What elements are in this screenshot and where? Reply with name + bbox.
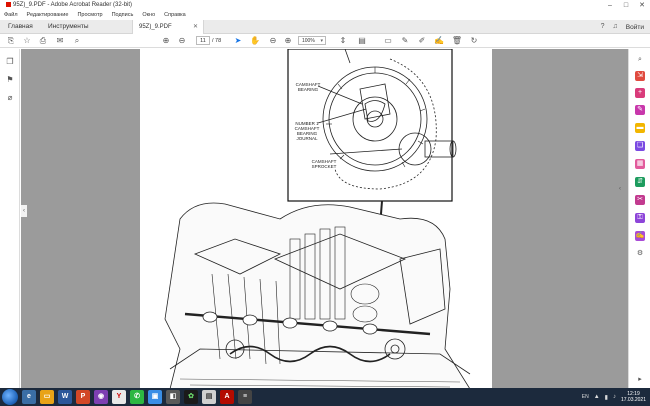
engine-illustration <box>164 49 471 388</box>
help-icon[interactable]: ? <box>601 20 605 34</box>
create-pdf-tool-icon[interactable]: + <box>635 88 645 98</box>
pen-icon[interactable]: ✎ <box>400 36 410 46</box>
maximize-icon[interactable]: □ <box>618 0 634 10</box>
pdf-page: CAMSHAFT BEARING NUMBER 1 CAMSHAFT BEARI… <box>140 49 492 388</box>
attachments-icon[interactable]: ⌀ <box>5 93 15 103</box>
search-tool-icon[interactable]: ⌕ <box>635 55 645 65</box>
yandex-taskbar-icon[interactable]: Y <box>112 390 126 404</box>
email-icon[interactable]: ✉ <box>55 36 65 46</box>
protect-icon[interactable]: ⚿ <box>635 213 645 223</box>
organize-pages-icon[interactable]: ▦ <box>635 159 645 169</box>
search-icon[interactable]: ⌕ <box>72 36 82 46</box>
comment-icon[interactable]: ▭ <box>383 36 393 46</box>
bookmark-star-icon[interactable]: ☆ <box>22 36 32 46</box>
tabrow-right: ? ♫ Войти <box>601 20 644 34</box>
bell-icon[interactable]: ♫ <box>613 20 618 34</box>
tab-tools[interactable]: Инструменты <box>42 20 95 33</box>
delete-icon[interactable]: 🗑 <box>452 36 462 46</box>
network-icon[interactable]: ▮ <box>605 394 608 401</box>
document-view[interactable]: CAMSHAFT BEARING NUMBER 1 CAMSHAFT BEARI… <box>21 49 628 388</box>
volume-icon[interactable]: ♪ <box>613 394 616 400</box>
collapse-right-pane-icon[interactable]: ‹ <box>616 183 624 195</box>
collapse-left-pane-icon[interactable]: ‹ <box>21 205 27 217</box>
explorer-taskbar-icon[interactable]: ▭ <box>40 390 54 404</box>
tab-document-label: 95Z)_9.PDF <box>139 24 172 30</box>
menu-view[interactable]: Просмотр <box>77 12 102 18</box>
clock-date: 17.03.2021 <box>620 397 646 403</box>
app-taskbar-icon-4[interactable]: ▤ <box>202 390 216 404</box>
fill-sign-icon[interactable]: ✍ <box>635 231 645 241</box>
app-taskbar-icon-1[interactable]: ▣ <box>148 390 162 404</box>
label-bearing-journal: NUMBER 1 CAMSHAFT BEARING JOURNAL <box>294 121 320 141</box>
fit-page-icon[interactable]: ⇕ <box>338 36 348 46</box>
expand-tools-icon[interactable]: ▸ <box>635 375 645 385</box>
page-up-icon[interactable]: ⊕ <box>161 36 171 46</box>
main-toolbar: ⎘ ☆ ⎙ ✉ ⌕ ⊕ ⊖ 11 / 78 ➤ ✋ ⊖ ⊕ 100% ⇕ ▤ ▭… <box>0 34 650 48</box>
zoom-in-icon[interactable]: ⊕ <box>283 36 293 46</box>
system-tray: EN ▲ ▮ ♪ 12:19 17.03.2021 <box>582 388 646 406</box>
menu-window[interactable]: Окно <box>142 12 155 18</box>
edit-pdf-icon[interactable]: ✎ <box>635 105 645 115</box>
print-icon[interactable]: ⎙ <box>38 36 48 46</box>
rotate-icon[interactable]: ↻ <box>469 36 479 46</box>
tab-row: Главная Инструменты 95Z)_9.PDF ✕ ? ♫ Вой… <box>0 20 650 34</box>
title-bar: 95Z)_9.PDF - Adobe Acrobat Reader (32-bi… <box>0 0 650 10</box>
language-indicator[interactable]: EN <box>582 394 589 400</box>
word-taskbar-icon[interactable]: W <box>58 390 72 404</box>
window-controls: ‒ □ ✕ <box>602 0 650 10</box>
select-cursor-icon[interactable]: ➤ <box>233 36 243 46</box>
more-tools-icon[interactable]: ⚙ <box>635 249 645 259</box>
app-taskbar-icon-5[interactable]: ≡ <box>238 390 252 404</box>
combine-files-icon[interactable]: ❏ <box>635 141 645 151</box>
create-pdf-icon[interactable]: ⎘ <box>6 36 16 46</box>
tab-document[interactable]: 95Z)_9.PDF ✕ <box>132 20 204 34</box>
scroll-mode-icon[interactable]: ▤ <box>357 36 367 46</box>
acrobat-taskbar-icon[interactable]: A <box>220 390 234 404</box>
menu-edit[interactable]: Редактирование <box>27 12 69 18</box>
page-total: / 78 <box>212 38 222 44</box>
signin-button[interactable]: Войти <box>626 24 644 31</box>
app-taskbar-icon-3[interactable]: ✿ <box>184 390 198 404</box>
tab-home[interactable]: Главная <box>2 20 39 33</box>
ie-taskbar-icon[interactable]: e <box>22 390 36 404</box>
media-taskbar-icon[interactable]: ◉ <box>94 390 108 404</box>
export-pdf-icon[interactable]: ⇲ <box>635 71 645 81</box>
compress-pdf-icon[interactable]: ⇵ <box>635 177 645 187</box>
minimize-icon[interactable]: ‒ <box>602 0 618 10</box>
tray-arrow-icon[interactable]: ▲ <box>594 394 600 400</box>
label-camshaft-bearing: CAMSHAFT BEARING <box>295 82 321 92</box>
page-number-input[interactable]: 11 <box>196 36 210 45</box>
label-camshaft-sprocket: CAMSHAFT SPROCKET <box>311 159 337 169</box>
close-icon[interactable]: ✕ <box>634 0 650 10</box>
clock[interactable]: 12:19 17.03.2021 <box>621 391 646 403</box>
menu-bar: Файл Редактирование Просмотр Подпись Окн… <box>0 10 650 20</box>
highlight-icon[interactable]: ✐ <box>417 36 427 46</box>
bookmarks-icon[interactable]: ⚑ <box>5 75 15 85</box>
start-button-icon[interactable] <box>2 389 18 405</box>
right-tools-pane: ⌕ ⇲ + ✎ ▬ ❏ ▦ ⇵ ✂ ⚿ ✍ ⚙ ▸ <box>628 49 650 388</box>
sign-icon[interactable]: ✍ <box>434 36 444 46</box>
windows-taskbar: e ▭ W P ◉ Y ✆ ▣ ◧ ✿ ▤ A ≡ EN ▲ ▮ ♪ 12:19… <box>0 388 650 406</box>
page-down-icon[interactable]: ⊖ <box>177 36 187 46</box>
window-title: 95Z)_9.PDF - Adobe Acrobat Reader (32-bi… <box>6 0 132 10</box>
zoom-select[interactable]: 100% <box>298 36 326 45</box>
menu-file[interactable]: Файл <box>4 12 18 18</box>
page-thumbnails-icon[interactable]: ❐ <box>5 57 15 67</box>
left-navigation-pane: ❐ ⚑ ⌀ <box>0 49 20 388</box>
powerpoint-taskbar-icon[interactable]: P <box>76 390 90 404</box>
menu-help[interactable]: Справка <box>164 12 186 18</box>
tab-close-icon[interactable]: ✕ <box>193 20 198 34</box>
whatsapp-taskbar-icon[interactable]: ✆ <box>130 390 144 404</box>
redact-icon[interactable]: ✂ <box>635 195 645 205</box>
app-taskbar-icon-2[interactable]: ◧ <box>166 390 180 404</box>
menu-sign[interactable]: Подпись <box>112 12 134 18</box>
zoom-out-icon[interactable]: ⊖ <box>268 36 278 46</box>
comment-tool-icon[interactable]: ▬ <box>635 123 645 133</box>
hand-tool-icon[interactable]: ✋ <box>250 36 260 46</box>
